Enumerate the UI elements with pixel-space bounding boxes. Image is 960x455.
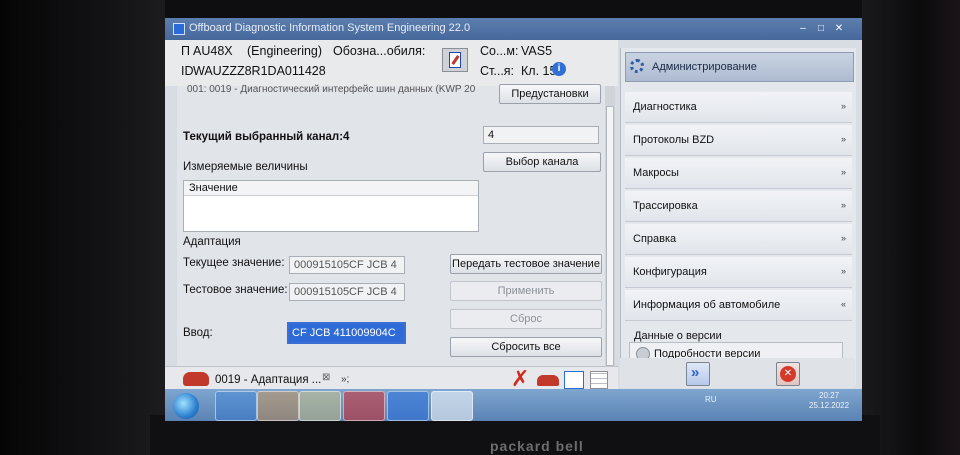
- reset-all-button[interactable]: Сбросить все: [450, 337, 602, 357]
- close-window-button[interactable]: ✕: [833, 24, 845, 34]
- test-value-field: 000915105CF JCB 4: [289, 283, 405, 301]
- current-value-label: Текущее значение:: [183, 257, 285, 269]
- chevron-down-icon: »: [840, 101, 846, 111]
- vin-value: WAUZZZ8R1DA011428: [193, 64, 326, 78]
- channel-input[interactable]: 4: [483, 126, 599, 144]
- sidebar-item-label: Протоколы BZD: [633, 134, 715, 146]
- car-small-icon[interactable]: [537, 375, 559, 386]
- sidebar-item-vehicle-info[interactable]: Информация об автомобиле «: [625, 290, 852, 321]
- sidebar: Администрирование Диагностика » Протокол…: [620, 48, 856, 385]
- edit-tool-button[interactable]: [442, 48, 468, 72]
- sidebar-item-macros[interactable]: Макросы »: [625, 158, 852, 189]
- car-icon[interactable]: [183, 372, 209, 386]
- main-scrollbar[interactable]: [605, 86, 615, 386]
- input-field[interactable]: CF JCB 411009904C: [287, 322, 406, 344]
- grid-icon[interactable]: [590, 371, 608, 389]
- gear-icon: [630, 59, 644, 73]
- test-value-label: Тестовое значение:: [183, 284, 288, 296]
- reset-button[interactable]: Сброс: [450, 309, 602, 329]
- chevron-down-icon: »: [840, 266, 846, 276]
- tab-close-icon[interactable]: ⊠: [322, 372, 330, 383]
- transfer-test-value-button[interactable]: Передать тестовое значение: [450, 254, 602, 274]
- browser-taskbar-button[interactable]: [215, 391, 257, 421]
- measured-column-header: Значение: [184, 181, 478, 196]
- device-bezel-right: [862, 0, 960, 455]
- cutoff-header-line: 001: 0019 - Диагностический интерфейс ши…: [187, 84, 476, 95]
- screen: Offboard Diagnostic Information System E…: [165, 18, 862, 421]
- clock-date: 25.12.2022: [809, 401, 850, 410]
- adaptation-label: Адаптация: [183, 236, 241, 248]
- stop-icon: ✕: [780, 366, 796, 382]
- presets-button[interactable]: Предустановки: [499, 84, 601, 104]
- sidebar-footer: » ✕: [620, 358, 855, 388]
- sidebar-item-diagnostics[interactable]: Диагностика »: [625, 92, 852, 123]
- sidebar-item-label: Трассировка: [633, 200, 698, 212]
- version-data-label: Данные о версии: [634, 330, 722, 342]
- app-icon: [173, 23, 185, 35]
- system-clock[interactable]: 20:27 25.12.2022: [809, 391, 849, 411]
- current-value-field: 000915105CF JCB 4: [289, 256, 405, 274]
- designation-label: Обозна...обиля:: [333, 44, 426, 58]
- sidebar-admin-header[interactable]: Администрирование: [625, 52, 854, 82]
- odis-taskbar-button[interactable]: [387, 391, 429, 421]
- sidebar-item-label: Справка: [633, 233, 677, 245]
- chevron-down-icon: »: [840, 233, 846, 243]
- minimize-button[interactable]: –: [797, 24, 809, 34]
- next-step-button[interactable]: »: [686, 362, 710, 386]
- language-indicator[interactable]: RU: [705, 395, 717, 404]
- status-label: Ст...я:: [480, 64, 515, 78]
- vin-prefix: ID: [181, 64, 194, 78]
- pdf-taskbar-button[interactable]: [343, 391, 385, 421]
- connection-value: VAS5: [521, 44, 553, 58]
- sidebar-item-label: Диагностика: [633, 101, 697, 113]
- measured-values-table[interactable]: Значение: [183, 180, 479, 232]
- stop-button[interactable]: ✕: [776, 362, 800, 386]
- sidebar-item-configuration[interactable]: Конфигурация »: [625, 257, 852, 288]
- sidebar-item-label: Конфигурация: [633, 266, 707, 278]
- device-brand-label: packard bell: [490, 438, 584, 454]
- window-title: Offboard Diagnostic Information System E…: [189, 22, 471, 34]
- measured-values-label: Измеряемые величины: [183, 161, 308, 173]
- chevron-down-icon: »: [840, 134, 846, 144]
- sidebar-item-bzd-protocols[interactable]: Протоколы BZD »: [625, 125, 852, 156]
- cancel-x-icon[interactable]: ✗: [511, 368, 529, 390]
- double-chevron-icon: »: [691, 364, 700, 381]
- media-taskbar-button[interactable]: [257, 391, 299, 421]
- chevron-down-icon: »: [840, 200, 846, 210]
- sidebar-item-tracing[interactable]: Трассировка »: [625, 191, 852, 222]
- maximize-button[interactable]: □: [815, 24, 827, 34]
- apply-button[interactable]: Применить: [450, 281, 602, 301]
- clock-app-taskbar-button[interactable]: [431, 391, 473, 421]
- input-label: Ввод:: [183, 327, 213, 339]
- window-titlebar: Offboard Diagnostic Information System E…: [165, 18, 862, 40]
- checklist-icon[interactable]: [564, 371, 584, 389]
- sidebar-item-label: Информация об автомобиле: [633, 299, 781, 311]
- taskbar: RU 20:27 25.12.2022: [165, 389, 862, 421]
- start-button[interactable]: [173, 393, 199, 419]
- sidebar-item-label: Макросы: [633, 167, 679, 179]
- explorer-taskbar-button[interactable]: [299, 391, 341, 421]
- select-channel-button[interactable]: Выбор канала: [483, 152, 601, 172]
- scrollbar-thumb[interactable]: [606, 106, 614, 366]
- bottom-tab-label[interactable]: 0019 - Адаптация ...: [215, 374, 321, 386]
- adaptation-panel: 001: 0019 - Диагностический интерфейс ши…: [177, 84, 607, 381]
- vehicle-model: AU48X: [193, 44, 233, 58]
- vehicle-prefix: П: [181, 44, 190, 58]
- channel-label: Текущий выбранный канал:: [183, 131, 344, 143]
- vehicle-header: П AU48X (Engineering) Обозна...обиля: ID…: [165, 40, 618, 86]
- chevron-down-icon: »: [840, 167, 846, 177]
- info-icon[interactable]: i: [552, 62, 566, 76]
- sidebar-admin-label: Администрирование: [652, 61, 757, 73]
- channel-value: 4: [343, 131, 350, 143]
- device-bezel-left: [0, 0, 165, 455]
- vehicle-mode: (Engineering): [247, 44, 323, 58]
- clock-time: 20:27: [819, 391, 840, 400]
- pencil-icon: [449, 52, 461, 68]
- status-value: Кл. 15: [521, 64, 557, 78]
- sidebar-item-help[interactable]: Справка »: [625, 224, 852, 255]
- tab-next-icon[interactable]: »;: [341, 374, 349, 385]
- connection-label: Со...м:: [480, 44, 519, 58]
- chevron-up-icon: «: [840, 299, 846, 309]
